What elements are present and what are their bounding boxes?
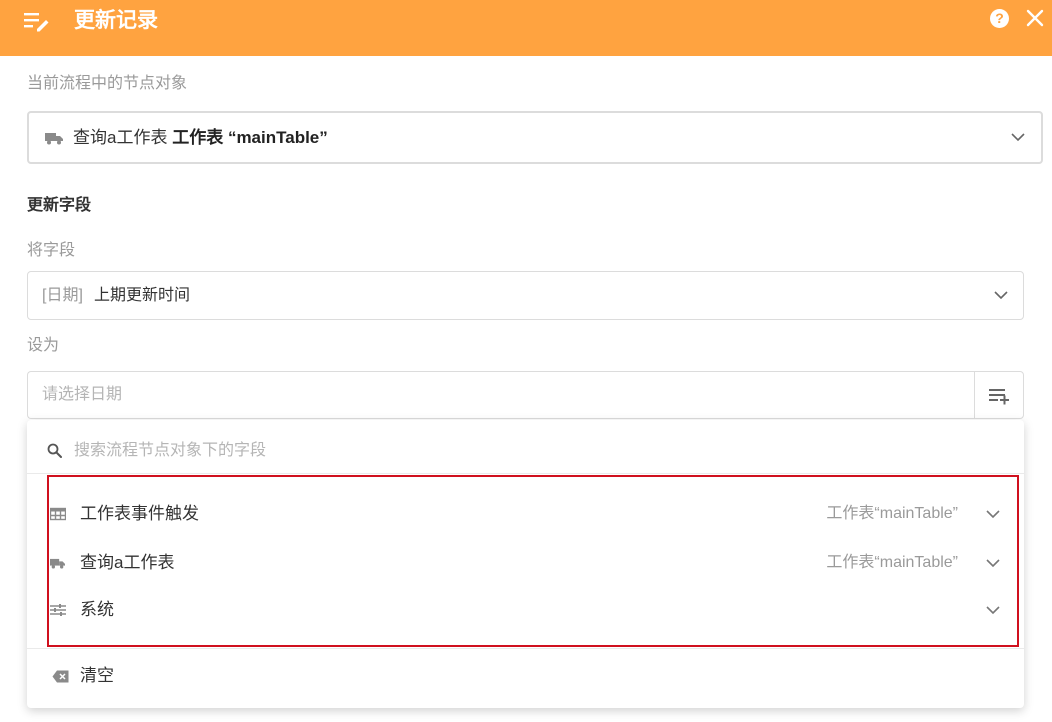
backspace-icon [52, 670, 69, 683]
field-value: 上期更新时间 [94, 287, 191, 304]
divider [27, 648, 1024, 649]
truck-icon [45, 133, 63, 145]
node-type: 工作表 [172, 128, 224, 147]
chevron-down-icon[interactable] [994, 291, 1008, 300]
list-item-source: 工作表“mainTable” [826, 554, 958, 571]
search-placeholder: 搜索流程节点对象下的字段 [74, 442, 267, 459]
clear-button[interactable]: 清空 [27, 656, 1024, 696]
list-item-source: 工作表“mainTable” [826, 505, 958, 522]
field-picker-dropdown: 搜索流程节点对象下的字段 工作表事件触发 工作表“mainTable” 查询a工… [27, 420, 1024, 708]
edit-list-icon [24, 13, 49, 32]
dialog-header: 更新记录 ? [0, 0, 1052, 56]
date-input[interactable]: 请选择日期 [27, 371, 975, 419]
list-item-label: 查询a工作表 [80, 553, 175, 572]
node-select[interactable]: 查询a工作表 工作表 “mainTable” [27, 111, 1043, 164]
list-item-label: 系统 [80, 600, 114, 619]
list-item-system[interactable]: 系统 [27, 587, 1024, 633]
clear-label: 清空 [80, 666, 114, 685]
search-icon [47, 443, 62, 458]
node-name: 查询a工作表 [73, 128, 168, 147]
table-icon [50, 507, 66, 521]
date-placeholder: 请选择日期 [42, 386, 123, 403]
help-icon[interactable]: ? [990, 9, 1009, 28]
sliders-icon [50, 604, 66, 616]
field-label: 将字段 [27, 242, 76, 259]
list-item-worksheet-trigger[interactable]: 工作表事件触发 工作表“mainTable” [27, 491, 1024, 537]
truck-icon [50, 558, 65, 569]
field-type-tag: [日期] [42, 287, 83, 304]
chevron-down-icon[interactable] [986, 606, 1000, 615]
field-search[interactable]: 搜索流程节点对象下的字段 [27, 420, 1024, 474]
field-select[interactable]: [日期] 上期更新时间 [27, 271, 1024, 320]
chevron-down-icon[interactable] [986, 559, 1000, 568]
node-section-label: 当前流程中的节点对象 [27, 75, 188, 92]
list-item-query-worksheet[interactable]: 查询a工作表 工作表“mainTable” [27, 540, 1024, 586]
node-select-value: 查询a工作表 工作表 “mainTable” [73, 126, 328, 150]
chevron-down-icon[interactable] [986, 510, 1000, 519]
close-icon[interactable] [1025, 8, 1045, 28]
node-table-name: “mainTable” [227, 128, 328, 147]
update-fields-title: 更新字段 [27, 197, 92, 214]
chevron-down-icon[interactable] [1011, 133, 1025, 142]
list-item-label: 工作表事件触发 [80, 504, 199, 523]
insert-field-button[interactable] [974, 371, 1024, 419]
dialog-title: 更新记录 [74, 9, 158, 32]
set-label: 设为 [27, 337, 60, 354]
list-add-icon [989, 389, 1009, 405]
